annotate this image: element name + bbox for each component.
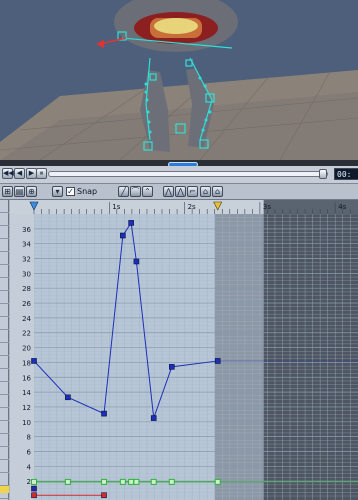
channel-row[interactable] — [0, 317, 9, 330]
time-mark-label: 2s — [188, 203, 196, 211]
keyframe-point — [101, 478, 108, 485]
channel-row[interactable] — [0, 265, 9, 278]
keyframe-point — [31, 485, 37, 492]
zoom-icon[interactable]: ⊕ — [26, 186, 37, 197]
keyframe-point — [133, 478, 140, 485]
time-mark-label: 3s — [263, 203, 271, 211]
ease-in-icon[interactable]: ⋀ — [163, 186, 174, 197]
flat-tangent-icon[interactable]: ⌃ — [142, 186, 153, 197]
keyframe-point — [65, 394, 71, 401]
keyframe-point — [168, 364, 175, 370]
out-of-range — [263, 214, 358, 500]
curve-editor[interactable]: 2 4 6 8 10 12 14 16 18 20 22 24 26 28 30 32 34 36 1s 2s 3s 4s — [10, 200, 358, 500]
y-tick-label: 26 — [22, 300, 31, 308]
character-rig-icon — [0, 0, 358, 160]
channel-row[interactable] — [0, 382, 9, 395]
channel-row[interactable] — [0, 408, 9, 421]
keyframe-point — [133, 258, 140, 265]
smooth-tangent-icon[interactable]: ⌒ — [130, 186, 141, 197]
keyframe-point — [150, 478, 157, 485]
dropdown-icon[interactable]: ▾ — [52, 186, 63, 197]
keyframe-point — [128, 220, 134, 226]
fit-view-icon[interactable]: ⊞ — [2, 186, 13, 197]
y-tick-label: 28 — [22, 285, 31, 293]
keyframe-point — [120, 232, 126, 239]
channel-row[interactable] — [0, 213, 9, 226]
y-tick-label: 2 — [27, 478, 31, 486]
channel-row[interactable] — [0, 278, 9, 291]
channel-row[interactable] — [0, 252, 9, 265]
keyframe-point — [214, 358, 221, 364]
curve-graph[interactable]: 246810121416182022242628303234361s 2s 3s 4s — [10, 200, 358, 500]
y-tick-label: 24 — [22, 315, 31, 323]
y-tick-label: 6 — [27, 448, 32, 456]
channel-row[interactable] — [0, 395, 9, 408]
keyframe-point — [64, 478, 71, 485]
y-tick-label: 32 — [22, 256, 31, 264]
linear-tangent-icon[interactable]: ╱ — [118, 186, 129, 197]
channel-row[interactable] — [0, 473, 9, 486]
y-tick-label: 4 — [27, 463, 32, 471]
channel-row[interactable] — [0, 226, 9, 239]
channel-row[interactable] — [0, 486, 9, 499]
time-scrubber-track[interactable] — [48, 171, 328, 177]
channel-row[interactable] — [0, 291, 9, 304]
channel-row[interactable] — [0, 434, 9, 447]
snap-checkbox[interactable]: ✓ — [66, 187, 75, 196]
channel-row[interactable] — [0, 421, 9, 434]
channel-row[interactable] — [0, 460, 9, 473]
y-tick-label: 18 — [22, 359, 31, 367]
channel-row[interactable] — [0, 343, 9, 356]
keyframe-point — [101, 410, 107, 417]
y-tick-label: 36 — [22, 226, 31, 234]
y-tick-label: 14 — [22, 389, 31, 397]
channel-list — [0, 200, 9, 500]
y-tick-label: 16 — [22, 374, 31, 382]
graph-toolbar: ⊞ ▤ ⊕ ▾ ✓ Snap ╱ ⌒ ⌃ ⋀ ⋀ ⌐ ⌂ ⌂ — [0, 184, 358, 200]
time-mark-label: 1s — [112, 203, 120, 211]
frame-icon[interactable]: ▤ — [14, 186, 25, 197]
channel-row[interactable] — [0, 330, 9, 343]
y-tick-label: 12 — [22, 404, 31, 412]
keyframe-point — [31, 358, 37, 364]
ease-out-icon[interactable]: ⋀ — [175, 186, 186, 197]
time-mark-label: 4s — [338, 203, 346, 211]
y-tick-label: 30 — [22, 270, 31, 278]
step-tangent-icon[interactable]: ⌐ — [187, 186, 198, 197]
time-scrubber-handle[interactable] — [319, 169, 327, 179]
keyframe-point — [150, 415, 157, 421]
delete-key-icon[interactable]: ⌂ — [212, 186, 223, 197]
snap-label: Snap — [77, 187, 98, 196]
time-display: 00: — [334, 168, 358, 180]
keyframe-point — [168, 478, 175, 485]
keyframe-point — [128, 478, 135, 485]
channel-row[interactable] — [0, 239, 9, 252]
channel-row[interactable] — [0, 369, 9, 382]
channel-row[interactable] — [0, 447, 9, 460]
y-tick-label: 34 — [22, 241, 31, 249]
keyframe-point — [119, 478, 126, 485]
channel-row[interactable] — [0, 356, 9, 369]
keyframe-point — [31, 492, 37, 499]
step-back-button[interactable]: ◀ — [14, 168, 25, 179]
pause-button[interactable]: ⏸ — [36, 168, 47, 179]
3d-viewport[interactable] — [0, 0, 358, 160]
transport-bar: ◀◀ ◀ ▶ ⏸ 00: — [0, 166, 358, 184]
y-tick-label: 10 — [22, 419, 31, 427]
channel-row[interactable] — [0, 304, 9, 317]
y-tick-label: 8 — [27, 434, 31, 442]
keyframe-point — [101, 492, 107, 499]
app-window: ◀◀ ◀ ▶ ⏸ 00: ⊞ ▤ ⊕ ▾ ✓ Snap ╱ ⌒ ⌃ ⋀ ⋀ ⌐ … — [0, 0, 358, 500]
y-tick-label: 20 — [22, 345, 31, 353]
rewind-button[interactable]: ◀◀ — [2, 168, 14, 179]
keyframe-point — [214, 478, 221, 485]
keyframe-point — [31, 478, 37, 485]
channel-row[interactable] — [0, 200, 9, 213]
y-tick-label: 22 — [22, 330, 31, 338]
insert-key-icon[interactable]: ⌂ — [200, 186, 211, 197]
